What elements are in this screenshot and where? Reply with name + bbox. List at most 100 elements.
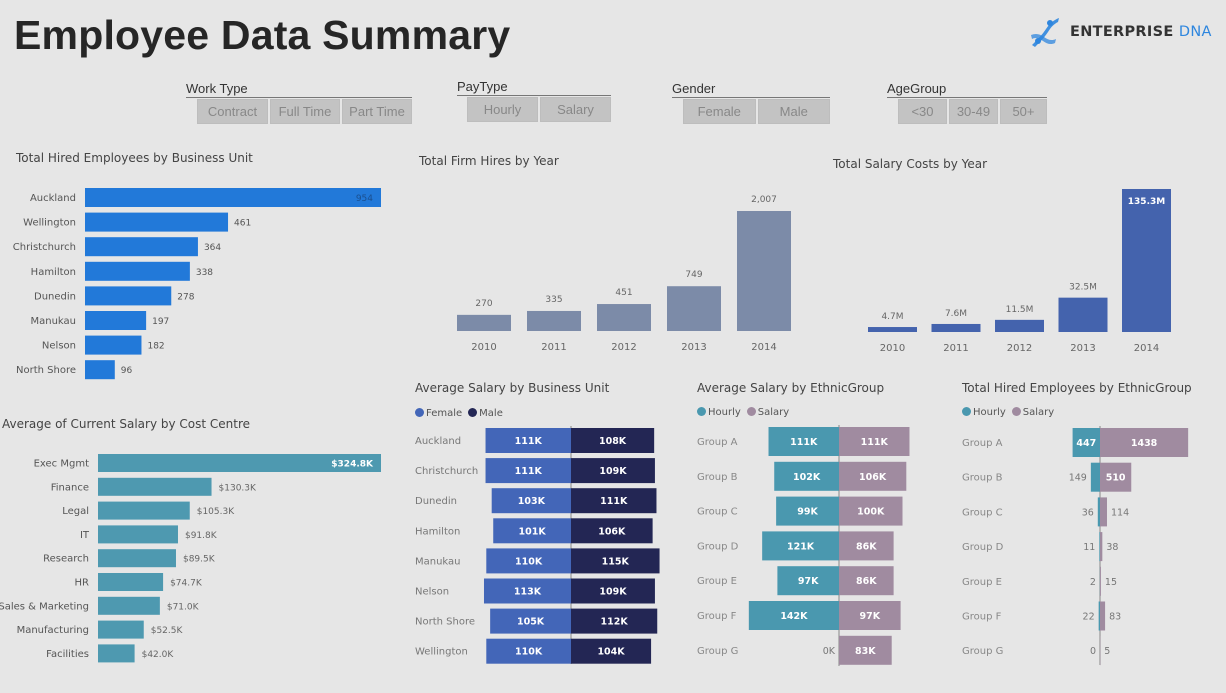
data-label: 83 [1109, 612, 1121, 623]
bar-hourly-group-c[interactable] [1097, 497, 1100, 527]
bar-wellington[interactable] [85, 212, 229, 232]
bar-nelson[interactable] [85, 335, 142, 355]
category-label: Dunedin [415, 496, 457, 507]
data-label: $89.5K [183, 555, 216, 565]
category-label: Exec Mgmt [34, 459, 89, 470]
bar-2010[interactable] [457, 314, 511, 331]
bar-hr[interactable] [98, 573, 164, 591]
data-label: 102K [793, 472, 821, 483]
category-label: Hamilton [31, 267, 76, 278]
bar-2010[interactable] [868, 327, 917, 332]
bar-salary-group-c[interactable] [1100, 497, 1107, 527]
category-label: Auckland [415, 436, 461, 447]
data-label: 111K [515, 466, 543, 477]
bar-2011[interactable] [931, 323, 981, 332]
data-label: 86K [856, 541, 877, 552]
bar-facilities[interactable] [98, 644, 135, 663]
category-label: Nelson [42, 341, 76, 352]
x-tick-label: 2012 [611, 342, 636, 353]
x-tick-label: 2011 [541, 342, 566, 353]
data-label: $91.8K [185, 531, 218, 541]
data-label: 135.3M [1128, 197, 1165, 207]
data-label: 103K [518, 496, 546, 507]
data-label: 115K [602, 556, 630, 567]
bar-2011[interactable] [527, 310, 581, 331]
data-label: 749 [685, 270, 702, 280]
category-label: Sales & Marketing [0, 601, 89, 612]
bar-sales-marketing[interactable] [98, 596, 160, 615]
bar-manufacturing[interactable] [98, 620, 144, 639]
data-label: 109K [599, 466, 627, 477]
data-label: 121K [787, 541, 815, 552]
bar-2013[interactable] [667, 286, 721, 331]
category-label: Finance [51, 482, 89, 493]
bar-2014[interactable] [1122, 189, 1171, 332]
bar-auckland[interactable] [85, 188, 381, 207]
data-label: 86K [856, 576, 877, 587]
x-tick-label: 2010 [880, 343, 905, 354]
data-label: $74.7K [170, 579, 203, 589]
data-label: $130.3K [219, 483, 257, 493]
bar-it[interactable] [98, 525, 178, 544]
bar-2012[interactable] [597, 304, 651, 331]
bar-hamilton[interactable] [85, 261, 190, 281]
data-label: 99K [797, 507, 818, 518]
category-label: Group D [962, 542, 1004, 553]
data-label: 0 [1090, 646, 1096, 657]
bar-finance[interactable] [98, 477, 212, 496]
bar-dunedin[interactable] [85, 286, 172, 306]
data-label: 182 [147, 342, 164, 352]
category-label: Group C [697, 507, 738, 518]
data-label: 97K [798, 576, 819, 587]
category-label: Group G [962, 646, 1003, 657]
bar-2014[interactable] [737, 211, 791, 331]
bar-hourly-group-f[interactable] [1098, 601, 1100, 631]
bar-salary-group-e[interactable] [1100, 566, 1101, 596]
bar-hourly-group-b[interactable] [1090, 462, 1100, 492]
x-tick-label: 2010 [471, 342, 496, 353]
data-label: 36 [1082, 507, 1094, 518]
bar-research[interactable] [98, 549, 176, 568]
category-label: Group A [697, 437, 738, 448]
data-label: 111K [515, 436, 543, 447]
data-label: 142K [780, 611, 808, 622]
bar-north-shore[interactable] [85, 360, 115, 380]
data-label: 270 [475, 299, 492, 309]
x-tick-label: 2014 [751, 342, 776, 353]
category-label: IT [80, 530, 90, 541]
data-label: 108K [599, 436, 627, 447]
category-label: Christchurch [13, 242, 76, 253]
bar-salary-group-d[interactable] [1100, 532, 1103, 562]
data-label: 32.5M [1069, 283, 1097, 293]
data-label: 451 [615, 288, 632, 298]
bar-legal[interactable] [98, 501, 190, 520]
data-label: $71.0K [167, 602, 200, 612]
bar-2012[interactable] [995, 319, 1044, 332]
category-label: Auckland [30, 193, 76, 204]
data-label: 447 [1076, 438, 1096, 449]
category-label: Legal [62, 506, 89, 517]
data-label: 11 [1083, 542, 1095, 553]
data-label: 197 [152, 317, 169, 327]
category-label: Christchurch [415, 466, 478, 477]
data-label: $324.8K [331, 460, 374, 470]
category-label: North Shore [415, 617, 475, 628]
data-label: 2,007 [751, 195, 777, 205]
bar-2013[interactable] [1058, 297, 1108, 332]
data-label: 114 [1111, 507, 1129, 518]
bar-christchurch[interactable] [85, 237, 198, 257]
category-label: Research [43, 554, 89, 565]
data-label: 112K [601, 617, 629, 628]
data-label: 335 [545, 295, 562, 305]
data-label: 105K [517, 617, 545, 628]
bar-manukau[interactable] [85, 311, 147, 330]
data-label: 110K [515, 556, 543, 567]
data-label: 101K [519, 526, 547, 537]
data-label: 510 [1106, 473, 1126, 484]
data-label: 38 [1106, 542, 1118, 553]
bar-hourly-group-d[interactable] [1099, 532, 1100, 562]
data-label: $105.3K [197, 507, 235, 517]
x-tick-label: 2013 [681, 342, 706, 353]
category-label: Group B [697, 472, 738, 483]
bar-salary-group-f[interactable] [1100, 601, 1106, 631]
